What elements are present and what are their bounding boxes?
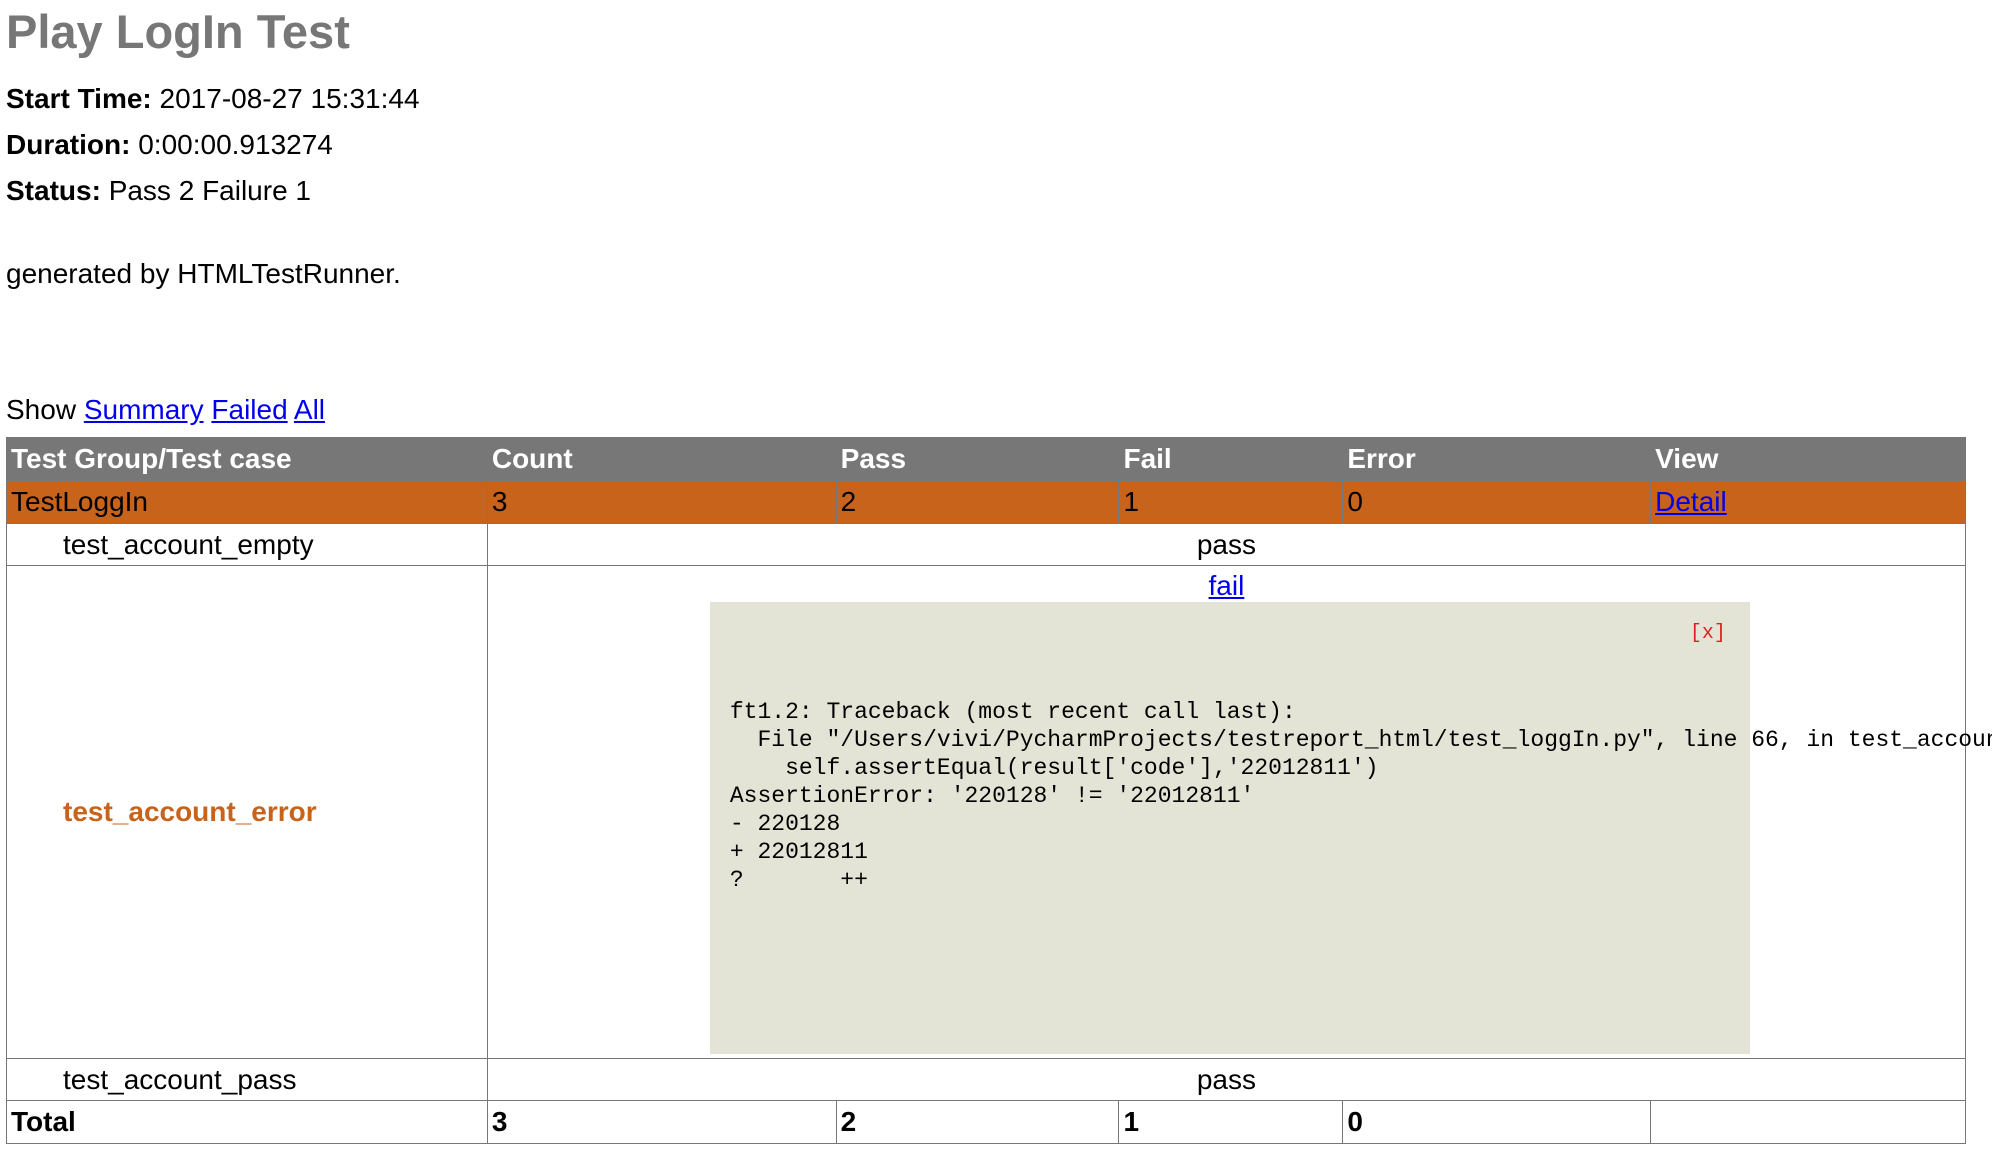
group-pass: 2 xyxy=(835,480,1120,524)
total-count: 3 xyxy=(486,1100,837,1144)
case-name-failed: test_account_error xyxy=(6,565,488,1059)
group-row: TestLoggIn 3 2 1 0 Detail xyxy=(6,480,1966,524)
all-link[interactable]: All xyxy=(294,394,325,425)
total-error: 0 xyxy=(1342,1100,1652,1144)
header-fail: Fail xyxy=(1118,437,1344,481)
report-viewport: Play LogIn Test Start Time: 2017-08-27 1… xyxy=(0,0,1992,1166)
total-view xyxy=(1650,1100,1966,1144)
case-status-cell: fail [x] ft1.2: Traceback (most recent c… xyxy=(486,565,1992,1059)
start-time-line: Start Time: 2017-08-27 15:31:44 xyxy=(6,76,1986,122)
detail-link[interactable]: Detail xyxy=(1655,486,1727,517)
failed-link[interactable]: Failed xyxy=(211,394,287,425)
header-count: Count xyxy=(486,437,837,481)
failure-popup: [x] ft1.2: Traceback (most recent call l… xyxy=(709,602,1992,1054)
duration-value: 0:00:00.913274 xyxy=(138,129,333,160)
header-error: Error xyxy=(1342,437,1652,481)
show-filter: Show Summary Failed All xyxy=(6,390,1986,430)
group-count: 3 xyxy=(486,480,837,524)
results-table: Test Group/Test case Count Pass Fail Err… xyxy=(6,437,1992,1144)
table-row-failed: test_account_error fail [x] ft1.2: Trace… xyxy=(6,565,1992,1059)
group-name: TestLoggIn xyxy=(6,480,488,524)
duration-line: Duration: 0:00:00.913274 xyxy=(6,122,1986,168)
generated-by-text: generated by HTMLTestRunner. xyxy=(6,258,401,289)
page-title: Play LogIn Test xyxy=(6,5,350,58)
case-name: test_account_pass xyxy=(6,1058,488,1101)
start-time-label: Start Time: xyxy=(6,83,152,114)
status-line: Status: Pass 2 Failure 1 xyxy=(6,168,1986,214)
header-view: View xyxy=(1650,437,1966,481)
header-group: Test Group/Test case xyxy=(6,437,488,481)
status-label: Status: xyxy=(6,175,101,206)
total-label: Total xyxy=(6,1100,488,1144)
summary-link[interactable]: Summary xyxy=(84,394,204,425)
case-status: pass xyxy=(486,523,1967,566)
case-status: pass xyxy=(486,1058,1967,1101)
header-pass: Pass xyxy=(835,437,1120,481)
fail-link[interactable]: fail xyxy=(488,566,1965,606)
group-fail: 1 xyxy=(1118,480,1344,524)
duration-label: Duration: xyxy=(6,129,131,160)
status-value: Pass 2 Failure 1 xyxy=(108,175,312,206)
total-pass: 2 xyxy=(835,1100,1120,1144)
show-label: Show xyxy=(6,394,77,425)
close-popup-button[interactable]: [x] xyxy=(1690,622,1726,645)
start-time-value: 2017-08-27 15:31:44 xyxy=(159,83,420,114)
table-row: test_account_pass pass xyxy=(6,1058,1967,1101)
report-page: Play LogIn Test Start Time: 2017-08-27 1… xyxy=(6,0,1992,1144)
traceback-text: ft1.2: Traceback (most recent call last)… xyxy=(729,699,1992,893)
group-error: 0 xyxy=(1342,480,1652,524)
case-name: test_account_empty xyxy=(6,523,488,566)
table-header-row: Test Group/Test case Count Pass Fail Err… xyxy=(6,437,1966,481)
total-row: Total 3 2 1 0 xyxy=(6,1100,1966,1144)
total-fail: 1 xyxy=(1118,1100,1344,1144)
table-row: test_account_empty pass xyxy=(6,523,1967,566)
group-view-cell: Detail xyxy=(1650,480,1966,524)
